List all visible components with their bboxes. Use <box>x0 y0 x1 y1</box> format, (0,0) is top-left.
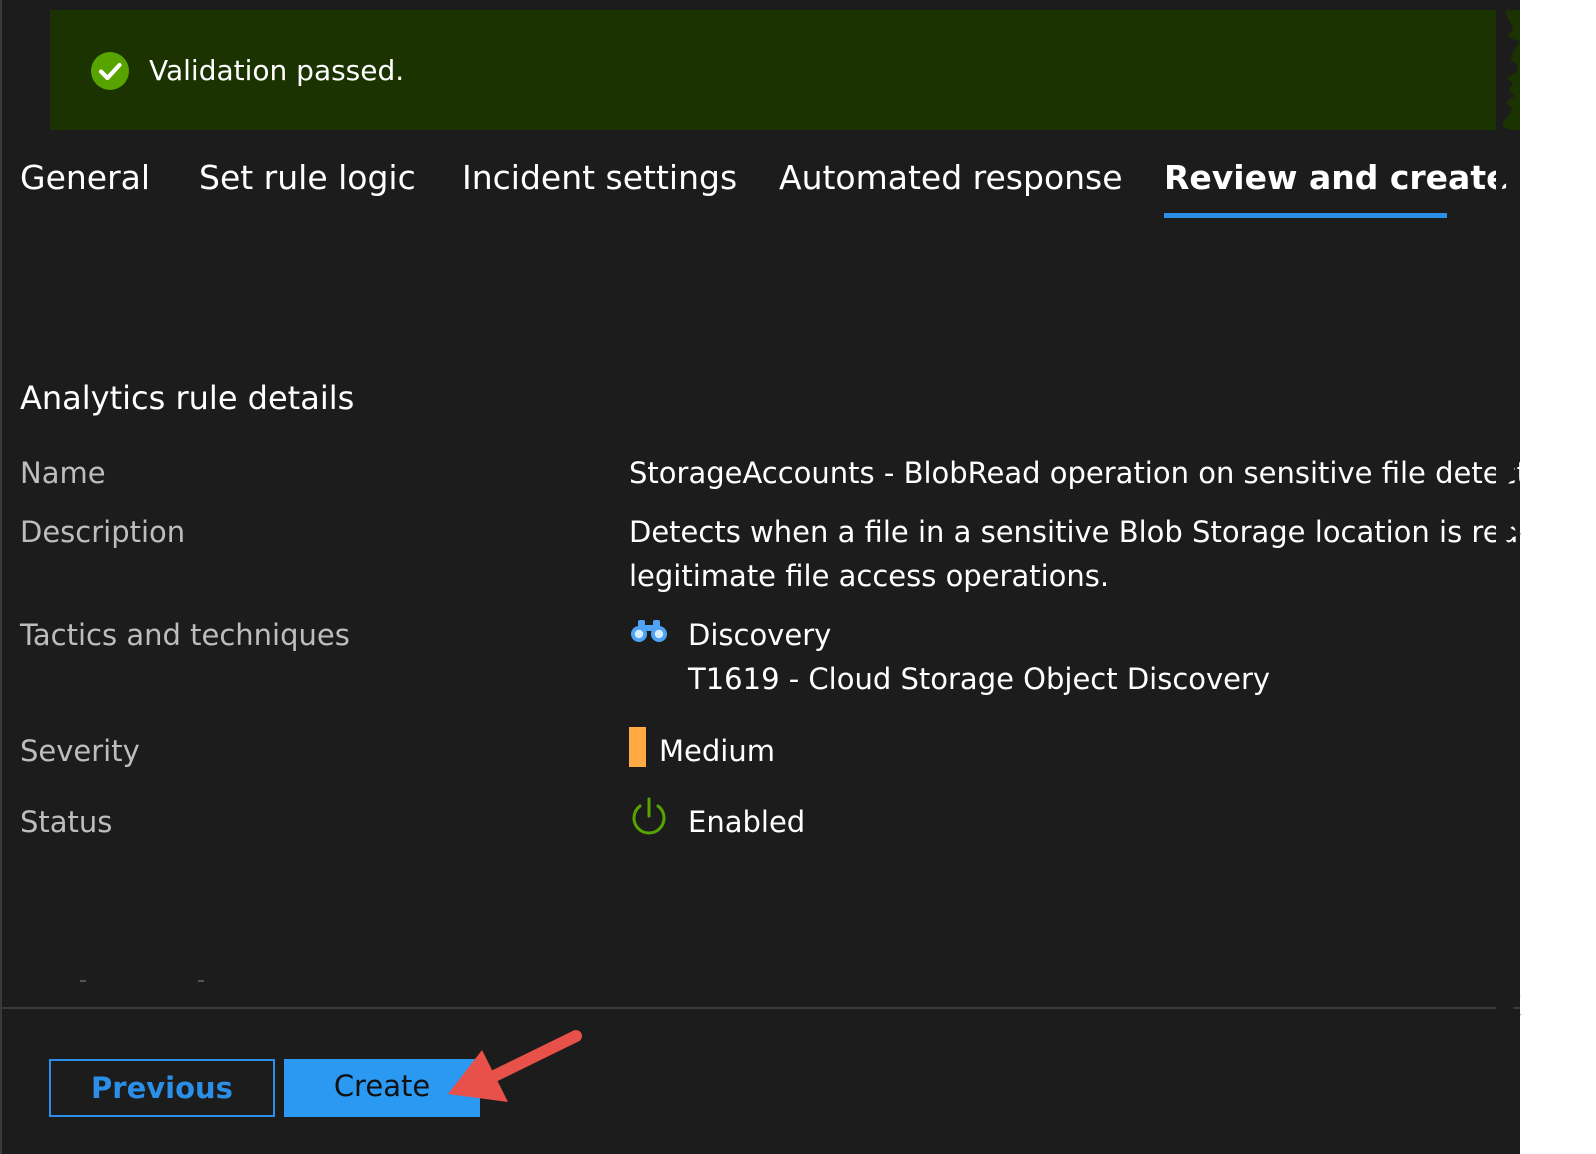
footer-divider <box>0 1007 1520 1009</box>
create-button[interactable]: Create <box>284 1059 480 1117</box>
tab-general[interactable]: General <box>20 156 150 200</box>
tab-set-rule-logic[interactable]: Set rule logic <box>199 156 416 200</box>
tab-review-and-create[interactable]: Review and create <box>1164 156 1509 200</box>
tactic-value: Discovery <box>688 618 832 652</box>
tactics-label: Tactics and techniques <box>20 618 350 652</box>
faint-mark <box>198 980 204 982</box>
severity-indicator <box>629 727 646 767</box>
previous-button[interactable]: Previous <box>49 1059 275 1117</box>
description-value-line2: legitimate file access operations. <box>629 559 1110 593</box>
review-panel: Validation passed. General Set rule logi… <box>0 0 1520 1154</box>
severity-value: Medium <box>659 734 775 768</box>
status-label: Status <box>20 805 113 839</box>
panel-border <box>0 0 2 1154</box>
section-title: Analytics rule details <box>20 379 355 417</box>
name-value: StorageAccounts - BlobRead operation on … <box>629 456 1520 490</box>
check-circle-icon <box>91 52 129 90</box>
technique-value: T1619 - Cloud Storage Object Discovery <box>688 662 1271 696</box>
status-value: Enabled <box>688 805 806 839</box>
screen: Validation passed. General Set rule logi… <box>0 0 1596 1154</box>
faint-mark <box>80 980 86 982</box>
validation-message: Validation passed. <box>149 54 405 87</box>
active-tab-indicator <box>1164 213 1447 218</box>
description-value-line1: Detects when a file in a sensitive Blob … <box>629 515 1520 549</box>
binoculars-icon <box>631 620 667 642</box>
description-label: Description <box>20 515 186 549</box>
name-label: Name <box>20 456 106 490</box>
tab-automated-response[interactable]: Automated response <box>779 156 1123 200</box>
power-icon <box>632 797 666 835</box>
severity-label: Severity <box>20 734 140 768</box>
tab-incident-settings[interactable]: Incident settings <box>462 156 737 200</box>
torn-edge <box>1496 0 1522 1154</box>
